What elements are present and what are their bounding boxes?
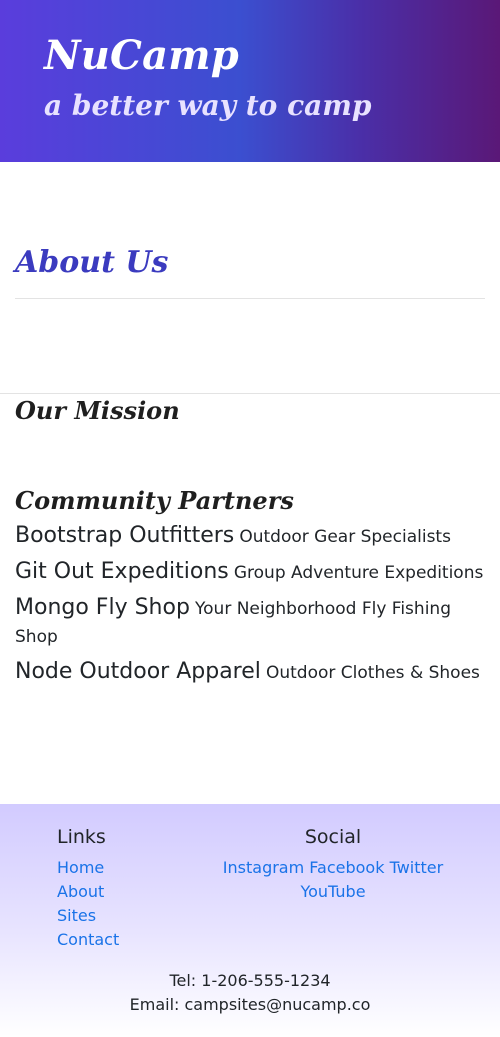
contact-info: Tel: 1-206-555-1234 Email: campsites@nuc… (0, 969, 500, 1017)
partners-list: Bootstrap Outfitters Outdoor Gear Specia… (15, 522, 485, 694)
partner-item: Mongo Fly Shop Your Neighborhood Fly Fis… (15, 594, 485, 651)
footer-link-about[interactable]: About (57, 882, 104, 901)
footer-link-home[interactable]: Home (57, 858, 104, 877)
social-link-twitter[interactable]: Twitter (390, 858, 444, 877)
partners-heading: Community Partners (15, 486, 294, 515)
partner-item: Bootstrap Outfitters Outdoor Gear Specia… (15, 522, 485, 551)
partner-name: Node Outdoor Apparel (15, 659, 261, 684)
partner-item: Git Out Expeditions Group Adventure Expe… (15, 558, 485, 587)
brand-title: NuCamp (44, 32, 239, 79)
footer-link-item: About (57, 880, 207, 904)
contact-phone: Tel: 1-206-555-1234 (169, 971, 331, 990)
social-link-youtube[interactable]: YouTube (300, 882, 365, 901)
footer-link-sites[interactable]: Sites (57, 906, 96, 925)
partner-name: Git Out Expeditions (15, 559, 229, 584)
footer-social-title: Social (304, 826, 362, 848)
brand-tagline: a better way to camp (44, 89, 372, 122)
header-banner: NuCamp a better way to camp (0, 0, 500, 162)
social-link-instagram[interactable]: Instagram (223, 858, 304, 877)
footer-link-contact[interactable]: Contact (57, 930, 119, 949)
partner-description: Outdoor Gear Specialists (239, 527, 451, 547)
footer-link-item: Contact (57, 928, 207, 952)
footer-links-title: Links (57, 826, 106, 848)
footer-link-item: Home (57, 856, 207, 880)
mission-heading: Our Mission (15, 396, 180, 425)
footer-links-list: Home About Sites Contact (57, 856, 207, 952)
partner-item: Node Outdoor Apparel Outdoor Clothes & S… (15, 658, 485, 687)
about-divider (15, 298, 485, 299)
footer-social-column: Social Instagram Facebook Twitter YouTub… (215, 824, 451, 904)
social-links: Instagram Facebook Twitter YouTube (215, 856, 451, 904)
site-footer: Links Home About Sites Contact Social In… (0, 804, 500, 1037)
social-link-facebook[interactable]: Facebook (309, 858, 384, 877)
footer-links-column: Links Home About Sites Contact (57, 824, 207, 952)
partner-name: Bootstrap Outfitters (15, 523, 235, 548)
partner-name: Mongo Fly Shop (15, 595, 190, 620)
partner-description: Outdoor Clothes & Shoes (265, 663, 480, 683)
contact-email: Email: campsites@nucamp.co (129, 995, 371, 1014)
partner-description: Group Adventure Expeditions (233, 563, 484, 583)
about-title: About Us (15, 245, 169, 280)
footer-link-item: Sites (57, 904, 207, 928)
